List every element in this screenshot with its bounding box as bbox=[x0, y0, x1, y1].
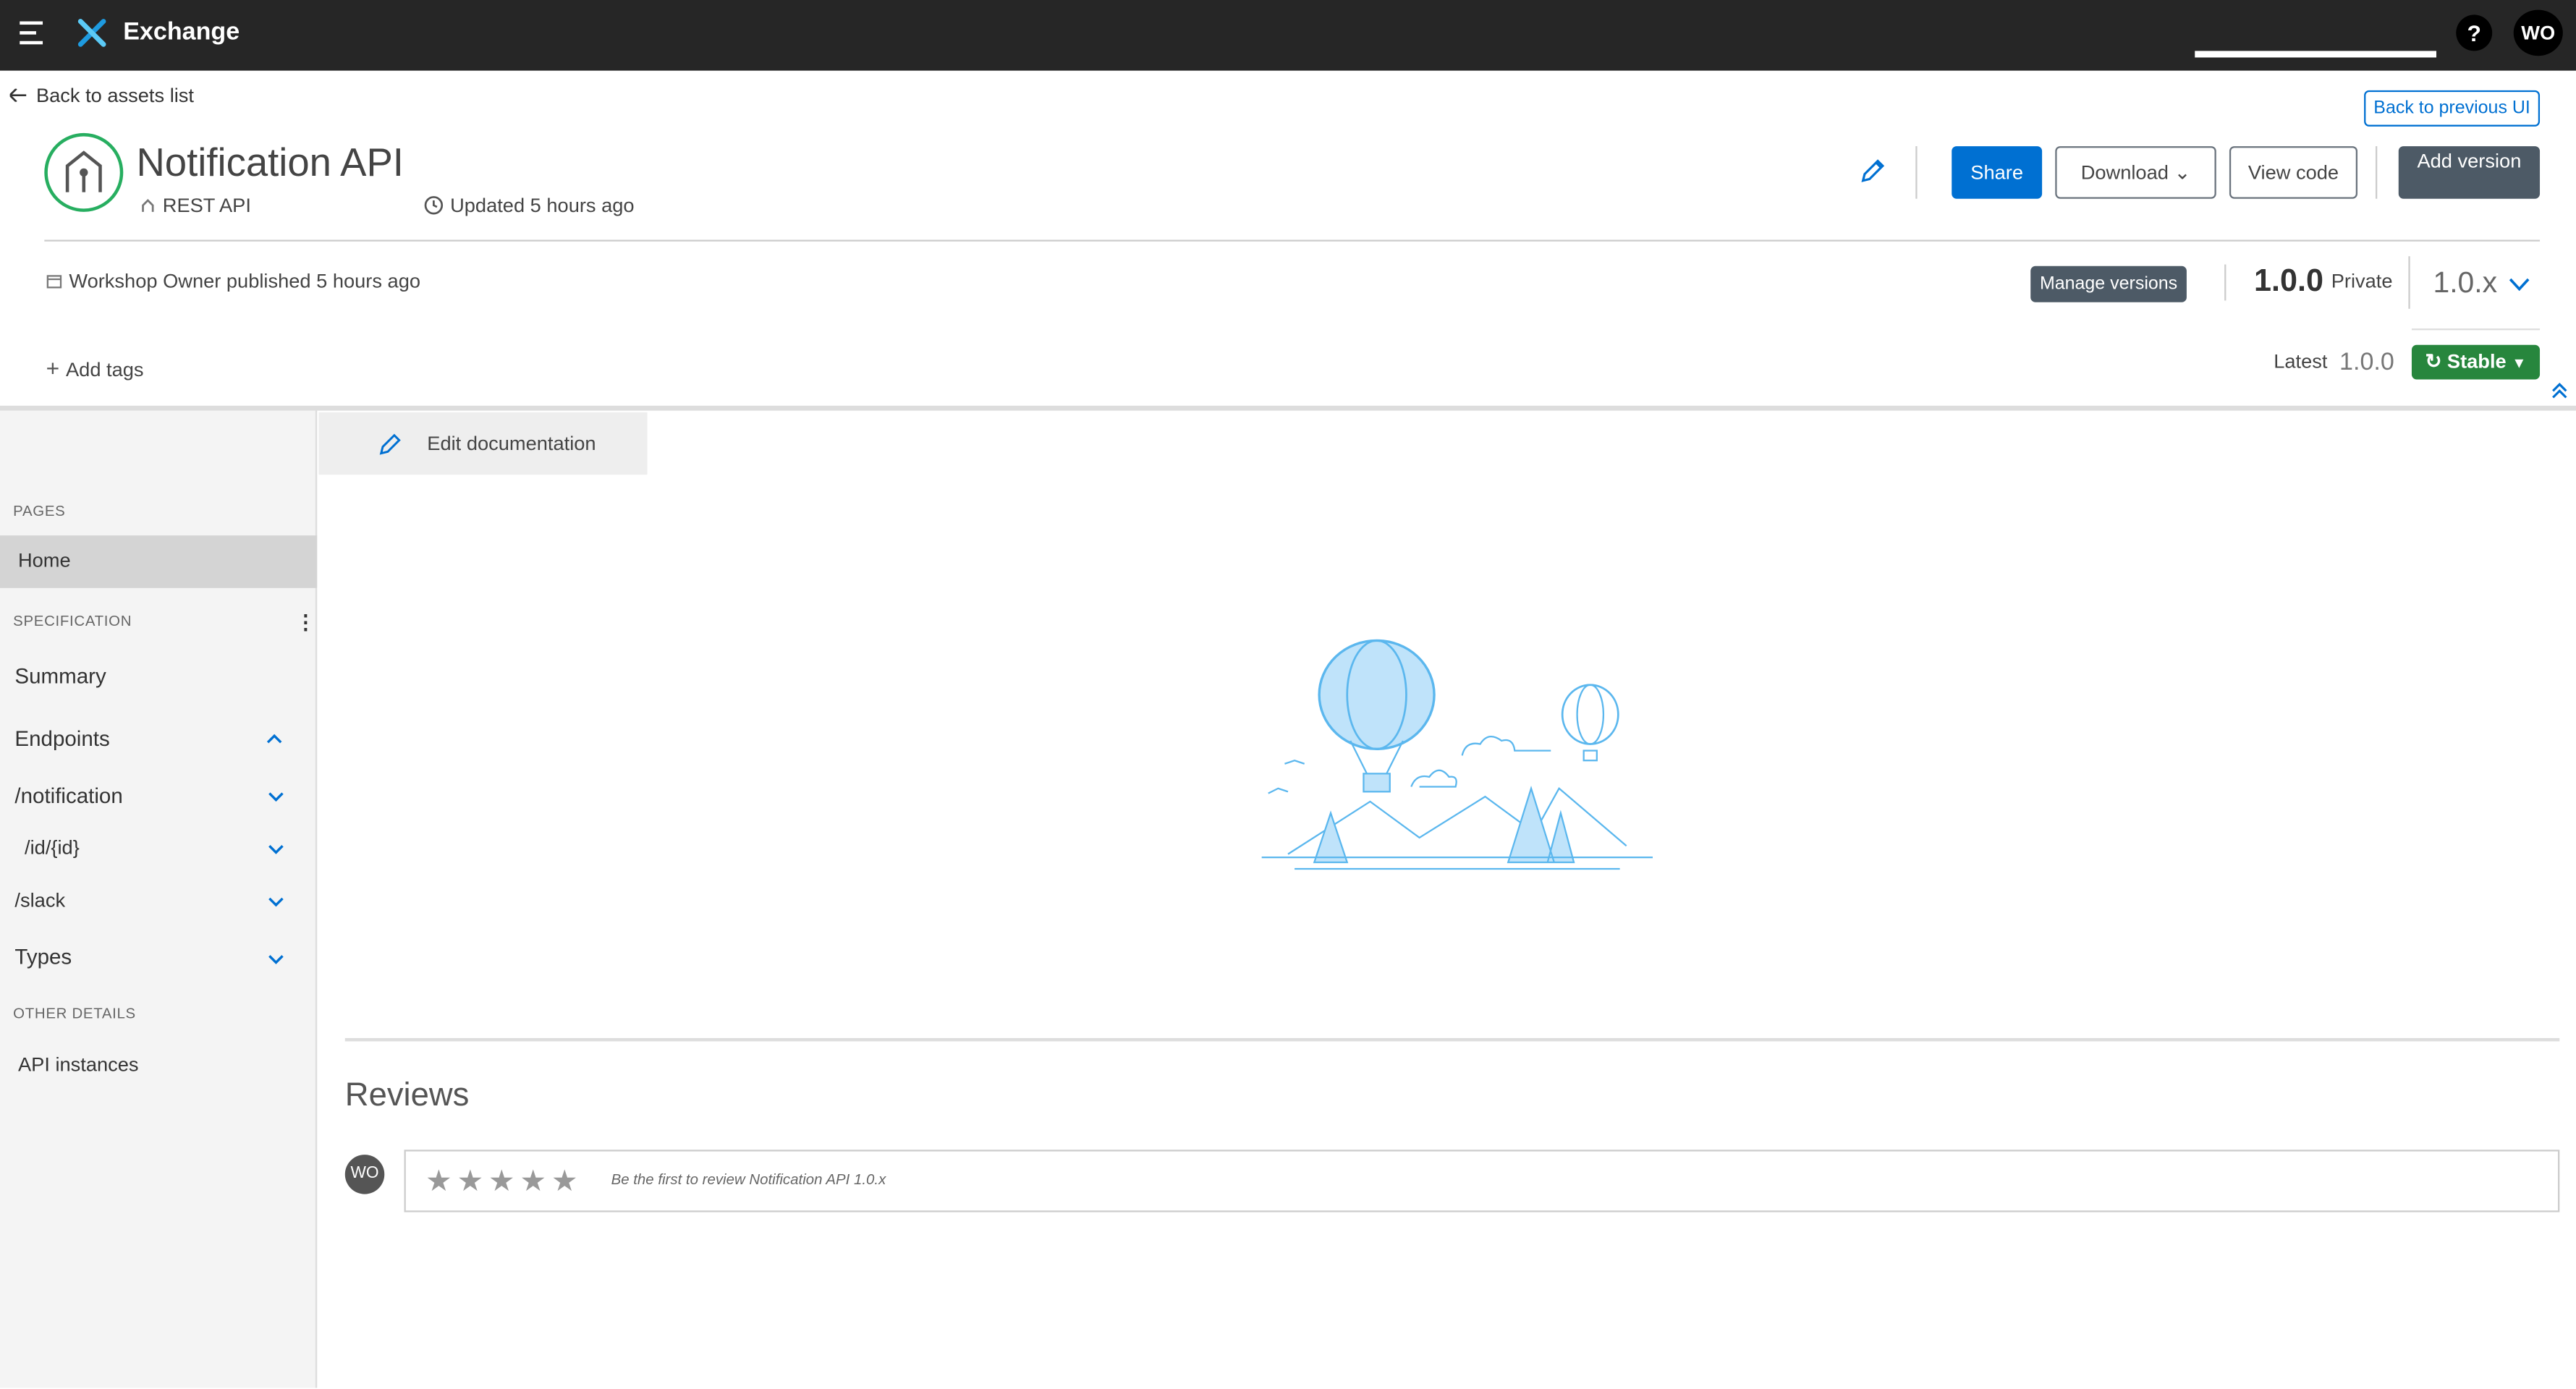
current-version: 1.0.0 bbox=[2253, 264, 2323, 300]
sidebar-item-notification[interactable]: /notification bbox=[14, 783, 122, 808]
reviews-divider bbox=[344, 1037, 2560, 1042]
chevron-down-icon[interactable] bbox=[268, 789, 284, 805]
help-icon[interactable]: ? bbox=[2456, 14, 2493, 51]
asset-type: REST API bbox=[140, 194, 251, 217]
kebab-menu-icon[interactable]: ⋮ bbox=[296, 611, 315, 634]
header-divider bbox=[44, 239, 2541, 242]
collapse-header-icon[interactable] bbox=[2551, 383, 2568, 399]
view-code-button[interactable]: View code bbox=[2229, 146, 2358, 199]
back-to-previous-ui-button[interactable]: Back to previous UI bbox=[2364, 90, 2541, 127]
user-avatar[interactable]: WO bbox=[2513, 9, 2563, 56]
edit-pencil-icon[interactable] bbox=[1858, 156, 1888, 186]
pencil-icon bbox=[379, 433, 401, 455]
divider bbox=[2375, 146, 2378, 199]
manage-versions-button[interactable]: Manage versions bbox=[2030, 266, 2187, 302]
plus-icon: + bbox=[46, 354, 66, 381]
latest-version: 1.0.0 bbox=[2339, 348, 2394, 376]
chevron-down-icon[interactable] bbox=[268, 841, 284, 857]
sidebar-item-endpoints[interactable]: Endpoints bbox=[14, 726, 109, 751]
pages-section-label: PAGES bbox=[13, 502, 66, 519]
api-type-icon bbox=[142, 199, 154, 212]
version-group-label: 1.0.x bbox=[2433, 266, 2498, 300]
top-bar bbox=[0, 0, 2576, 71]
rest-api-asset-icon bbox=[44, 132, 124, 212]
sidebar-item-id[interactable]: /id/{id} bbox=[25, 836, 80, 859]
updated-info: Updated 5 hours ago bbox=[424, 194, 635, 217]
stable-icon: ↻ bbox=[2425, 349, 2442, 373]
published-info: Workshop Owner published 5 hours ago bbox=[46, 269, 420, 292]
sidebar-item-api-instances[interactable]: API instances bbox=[18, 1053, 139, 1076]
chevron-down-icon[interactable] bbox=[268, 951, 284, 968]
sidebar-item-types[interactable]: Types bbox=[14, 944, 72, 969]
visibility-label: Private bbox=[2331, 269, 2393, 293]
loading-bar bbox=[2195, 51, 2437, 58]
edit-documentation-button[interactable]: Edit documentation bbox=[318, 412, 648, 475]
asset-type-label: REST API bbox=[162, 193, 251, 217]
hamburger-menu-icon[interactable] bbox=[20, 21, 43, 45]
add-tags-label: Add tags bbox=[65, 357, 144, 381]
sidebar-item-summary[interactable]: Summary bbox=[14, 663, 106, 688]
reviewer-avatar: WO bbox=[344, 1155, 385, 1194]
divider bbox=[2411, 328, 2541, 331]
exchange-logo-icon[interactable] bbox=[75, 17, 108, 49]
divider bbox=[1915, 146, 1918, 199]
sidebar-item-slack[interactable]: /slack bbox=[14, 888, 65, 912]
review-prompt: Be the first to review Notification API … bbox=[611, 1171, 886, 1188]
header-bottom-border bbox=[0, 405, 2576, 411]
star-rating[interactable]: ★★★★★ bbox=[425, 1165, 582, 1199]
chevron-up-icon[interactable] bbox=[266, 731, 283, 747]
edit-documentation-label: Edit documentation bbox=[427, 432, 596, 455]
download-button[interactable]: Download ⌄ bbox=[2055, 146, 2216, 199]
share-button[interactable]: Share bbox=[1952, 146, 2043, 199]
stability-label: Stable bbox=[2446, 349, 2507, 373]
download-label: Download bbox=[2080, 161, 2169, 184]
empty-state-illustration bbox=[1261, 639, 1653, 870]
chevron-down-icon[interactable] bbox=[2509, 278, 2530, 292]
add-tags-button[interactable]: + Add tags bbox=[46, 354, 144, 381]
chevron-down-icon: ⌄ bbox=[2174, 161, 2191, 184]
chevron-down-icon[interactable] bbox=[268, 893, 284, 910]
app-brand[interactable]: Exchange bbox=[123, 18, 240, 46]
home-label: Home bbox=[17, 548, 71, 572]
published-label: Workshop Owner published 5 hours ago bbox=[69, 269, 421, 293]
back-link-label: Back to assets list bbox=[35, 83, 195, 107]
calendar-icon bbox=[46, 275, 62, 289]
caret-down-icon: ▼ bbox=[2512, 354, 2527, 372]
latest-label: Latest bbox=[2274, 349, 2328, 373]
stability-dropdown[interactable]: ↻ Stable ▼ bbox=[2411, 344, 2541, 380]
divider bbox=[2224, 264, 2227, 301]
arrow-left-icon bbox=[9, 88, 27, 102]
updated-label: Updated 5 hours ago bbox=[450, 193, 635, 217]
version-group-selector[interactable]: 1.0.x bbox=[2433, 266, 2497, 301]
back-to-assets-link[interactable]: Back to assets list bbox=[9, 83, 195, 107]
other-details-section-label: OTHER DETAILS bbox=[13, 1005, 136, 1022]
specification-section-label: SPECIFICATION bbox=[13, 612, 132, 629]
asset-title: Notification API bbox=[136, 141, 404, 186]
divider bbox=[2408, 256, 2410, 309]
clock-icon bbox=[424, 196, 444, 215]
add-version-button[interactable]: Add version bbox=[2398, 146, 2541, 199]
reviews-title: Reviews bbox=[344, 1077, 470, 1114]
